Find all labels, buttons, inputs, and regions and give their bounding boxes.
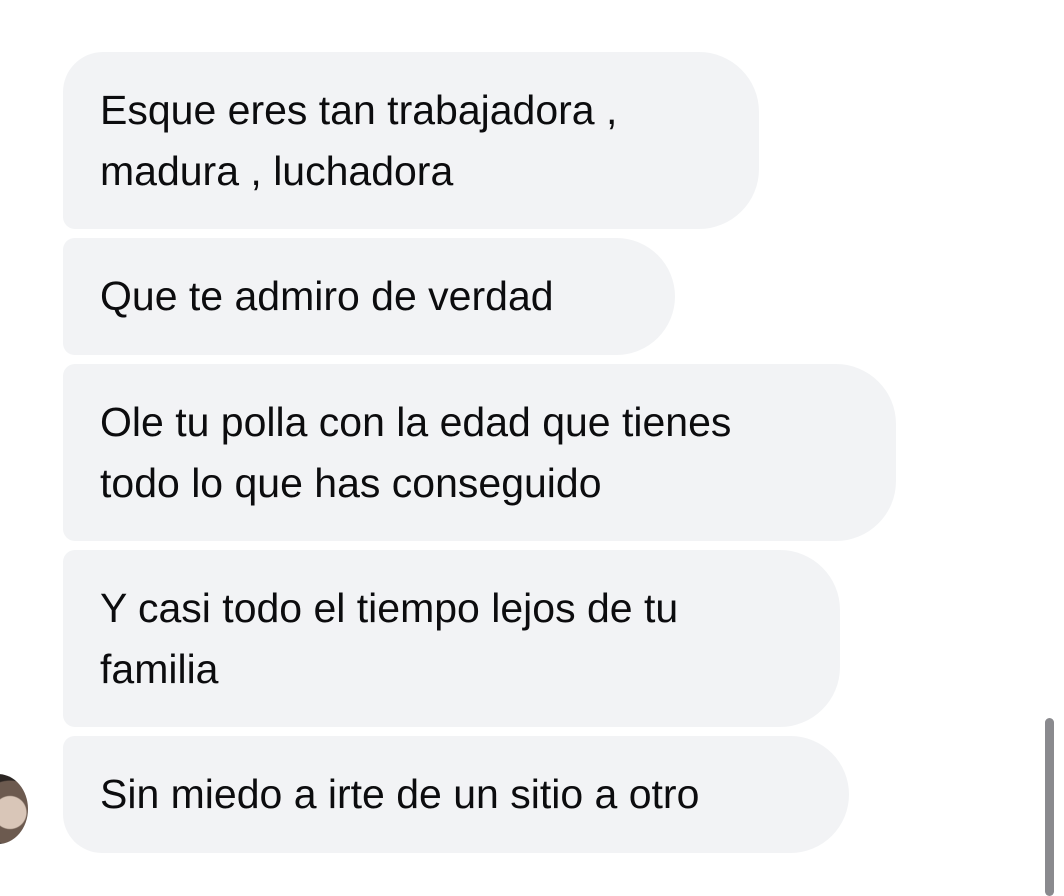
message-bubble[interactable]: Esque eres tan trabajadora , madura , lu…	[63, 52, 759, 229]
message-bubble[interactable]: Que te admiro de verdad	[63, 238, 675, 355]
message-bubble[interactable]: Y casi todo el tiempo lejos de tu famili…	[63, 550, 840, 727]
scrollbar[interactable]	[1045, 718, 1054, 896]
message-bubble[interactable]: Ole tu polla con la edad que tienes todo…	[63, 364, 896, 541]
sender-avatar[interactable]	[0, 774, 28, 844]
chat-thread: Esque eres tan trabajadora , madura , lu…	[0, 0, 1064, 896]
message-bubble[interactable]: Sin miedo a irte de un sitio a otro	[63, 736, 849, 853]
